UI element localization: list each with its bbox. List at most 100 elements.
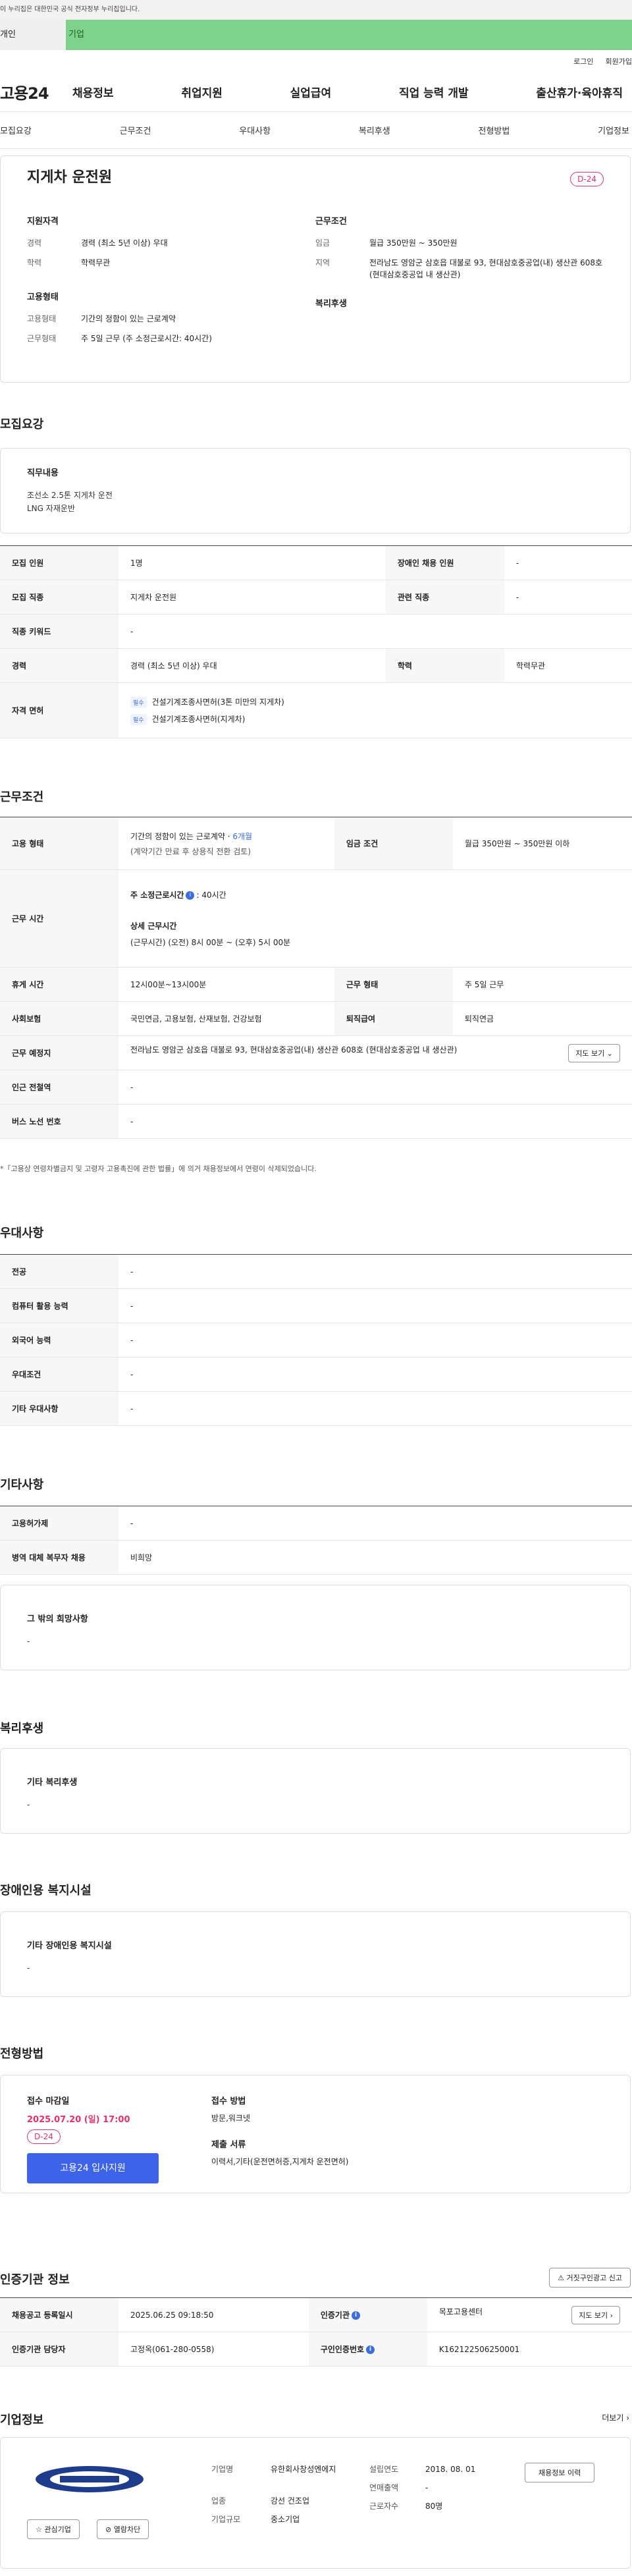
th: 고용허가제 xyxy=(0,1506,118,1541)
td: - xyxy=(118,614,632,649)
chevron-right-icon: › xyxy=(610,2311,613,2320)
th: 고용 형태 xyxy=(0,817,118,870)
license: 건설기계조종사면허(지게차) xyxy=(151,714,246,724)
type-text: 기간의 정함이 있는 근로계약 · xyxy=(130,831,233,841)
map-button[interactable]: 지도 보기 ⌄ xyxy=(568,1043,620,1062)
box-title: 그 밖의 희망사항 xyxy=(27,1614,88,1624)
label: 기업규모 xyxy=(211,2515,241,2524)
license-cell: 필수 건설기계조종사면허(3톤 미만의 지게차) 필수 건설기계조종사면허(지게차) xyxy=(118,682,632,738)
more-link[interactable]: 더보기 › xyxy=(602,2412,629,2423)
td: - xyxy=(118,1391,632,1426)
gnb-item[interactable]: 직업 능력 개발 xyxy=(399,84,469,100)
anchor-pref[interactable]: 우대사항 xyxy=(239,124,271,136)
value: 강선 건조업 xyxy=(271,2496,310,2506)
info-icon[interactable]: i xyxy=(186,891,195,900)
info-icon[interactable]: i xyxy=(366,2345,375,2354)
td: - xyxy=(504,580,632,615)
chevron-right-icon: › xyxy=(626,2413,629,2423)
duty-line: LNG 자재운반 xyxy=(27,504,75,513)
util-links: 로그인 회원가입 xyxy=(0,50,632,72)
gnb-item[interactable]: 취업지원 xyxy=(181,84,223,100)
td: 경력 (최소 5년 이상) 우대 xyxy=(118,648,386,683)
cond-heading: 근무조건 xyxy=(315,217,347,227)
anchor-work[interactable]: 근무조건 xyxy=(120,124,151,136)
work-time-cell: 주 소정근로시간 i: 40시간 상세 근무시간 (근무시간) (오전) 8시 0… xyxy=(118,869,632,968)
apply-button[interactable]: 고용24 입사지원 xyxy=(27,2153,159,2183)
license: 건설기계조종사면허(3톤 미만의 지게차) xyxy=(151,697,284,707)
td: K162122506250001 xyxy=(427,2332,632,2367)
td: 2025.06.25 09:18:50 xyxy=(118,2297,309,2332)
duty-title: 직무내용 xyxy=(27,468,59,478)
label: 근로자수 xyxy=(369,2502,399,2511)
join-link[interactable]: 회원가입 xyxy=(606,56,632,67)
cert-table: 채용공고 등록일시 2025.06.25 09:18:50 인증기관 i 지도 보기 ›… xyxy=(0,2297,632,2367)
site-logo[interactable]: 고용24 xyxy=(0,80,72,103)
gnb-item[interactable]: 채용정보 xyxy=(72,84,114,100)
map-button[interactable]: 지도 보기 › xyxy=(571,2305,620,2324)
section-title: 모집요강 xyxy=(0,418,44,431)
place: 전라남도 영암군 삼호읍 대불로 93, 현대삼호중공업(내) 생산관 608호… xyxy=(130,1045,458,1055)
login-link[interactable]: 로그인 xyxy=(573,56,593,67)
box-title: 기타 장애인용 복지시설 xyxy=(27,1941,112,1951)
org-th: 인증기관 i xyxy=(308,2297,427,2332)
th: 모집 직종 xyxy=(0,580,118,615)
th: 병역 대체 복무자 채용 xyxy=(0,1540,118,1575)
th: 전공 xyxy=(0,1254,118,1289)
th: 임금 조건 xyxy=(334,817,453,870)
place-cell: 지도 보기 ⌄ 전라남도 영암군 삼호읍 대불로 93, 현대삼호중공업(내) 생… xyxy=(118,1035,632,1070)
summary-card: 지게차 운전원 D-24 지원자격 경력 경력 (최소 5년 이상) 우대 학력 학… xyxy=(0,155,631,383)
section-title: 복리후생 xyxy=(0,1722,44,1736)
td: 국민연금, 고용보험, 산재보험, 건강보험 xyxy=(118,1001,334,1036)
org: 목포고용센터 xyxy=(438,2307,483,2316)
info-icon[interactable]: i xyxy=(352,2311,360,2320)
section-title: 우대사항 xyxy=(0,1226,44,1240)
box-title: 기타 복리후생 xyxy=(27,1778,78,1788)
history-button[interactable]: 채용정보 이력 xyxy=(525,2463,595,2482)
method: 방문,워크넷 xyxy=(211,2114,251,2123)
block-button[interactable]: ⊘ 열람차단 xyxy=(97,2519,149,2539)
td: - xyxy=(118,1254,632,1289)
label: 학력 xyxy=(27,258,42,267)
chevron-down-icon: ⌄ xyxy=(606,1049,613,1058)
week-val: : 40시간 xyxy=(196,891,226,900)
anchor-welfare[interactable]: 복리후생 xyxy=(359,124,390,136)
age-note: *「고용상 연령차별금지 및 고령자 고용촉진에 관한 법률」에 의거 채용정보… xyxy=(0,1165,317,1173)
gnb-item[interactable]: 실업급여 xyxy=(290,84,332,100)
label: 설립연도 xyxy=(369,2465,399,2474)
th: 자격 면허 xyxy=(0,682,118,738)
anchor-apply[interactable]: 전형방법 xyxy=(479,124,510,136)
box-text: - xyxy=(27,1637,30,1646)
welfare-box: 기타 복리후생 - xyxy=(0,1748,631,1834)
company-fields-2: 설립연도 2018. 08. 01 연매출액 - 근로자수 80명 xyxy=(369,2463,475,2518)
th: 외국어 능력 xyxy=(0,1323,118,1357)
value: 80명 xyxy=(425,2502,443,2511)
doc: 이력서,기타(운전면허증,지게차 운전면허) xyxy=(211,2157,349,2166)
tab-company[interactable]: 기업 xyxy=(66,20,632,50)
gnb-item[interactable]: 출산휴가·육아휴직 xyxy=(536,84,623,100)
tab-individual[interactable]: 개인 xyxy=(0,20,66,50)
box-text: - xyxy=(27,1963,30,1973)
td: - xyxy=(118,1070,632,1105)
doc-title: 제출 서류 xyxy=(211,2140,246,2150)
recruit-table: 모집 인원 1명 장애인 채용 인원 - 모집 직종 지게차 운전원 관련 직종 - 직종 … xyxy=(0,545,632,738)
section-title: 기업정보 xyxy=(0,2413,44,2427)
th: 직종 키워드 xyxy=(0,614,118,649)
td: 12시00분~13시00분 xyxy=(118,967,334,1002)
td: - xyxy=(118,1506,632,1541)
favorite-button[interactable]: ☆ 관심기업 xyxy=(27,2519,80,2539)
th: 퇴직급여 xyxy=(334,1001,453,1036)
value: - xyxy=(425,2483,429,2492)
label: 업종 xyxy=(211,2496,226,2506)
company-box: ☆ 관심기업 ⊘ 열람차단 기업명 유한회사창성엔에지 업종 강선 건조업 기업규모… xyxy=(0,2437,631,2569)
dday-badge: D-24 xyxy=(27,2129,61,2144)
label: 고용형태 xyxy=(27,314,57,323)
report-button[interactable]: ⚠ 거짓구인광고 신고 xyxy=(549,2268,631,2288)
td: - xyxy=(118,1288,632,1323)
section-title: 근무조건 xyxy=(0,790,44,804)
anchor-recruit[interactable]: 모집요강 xyxy=(0,124,32,136)
job-title: 지게차 운전원 xyxy=(27,169,113,186)
must-badge: 필수 xyxy=(130,713,147,725)
td: 학력무관 xyxy=(504,648,632,683)
deadline: 2025.07.20 (일) 17:00 xyxy=(27,2115,130,2125)
anchor-company[interactable]: 기업정보 xyxy=(598,124,629,136)
